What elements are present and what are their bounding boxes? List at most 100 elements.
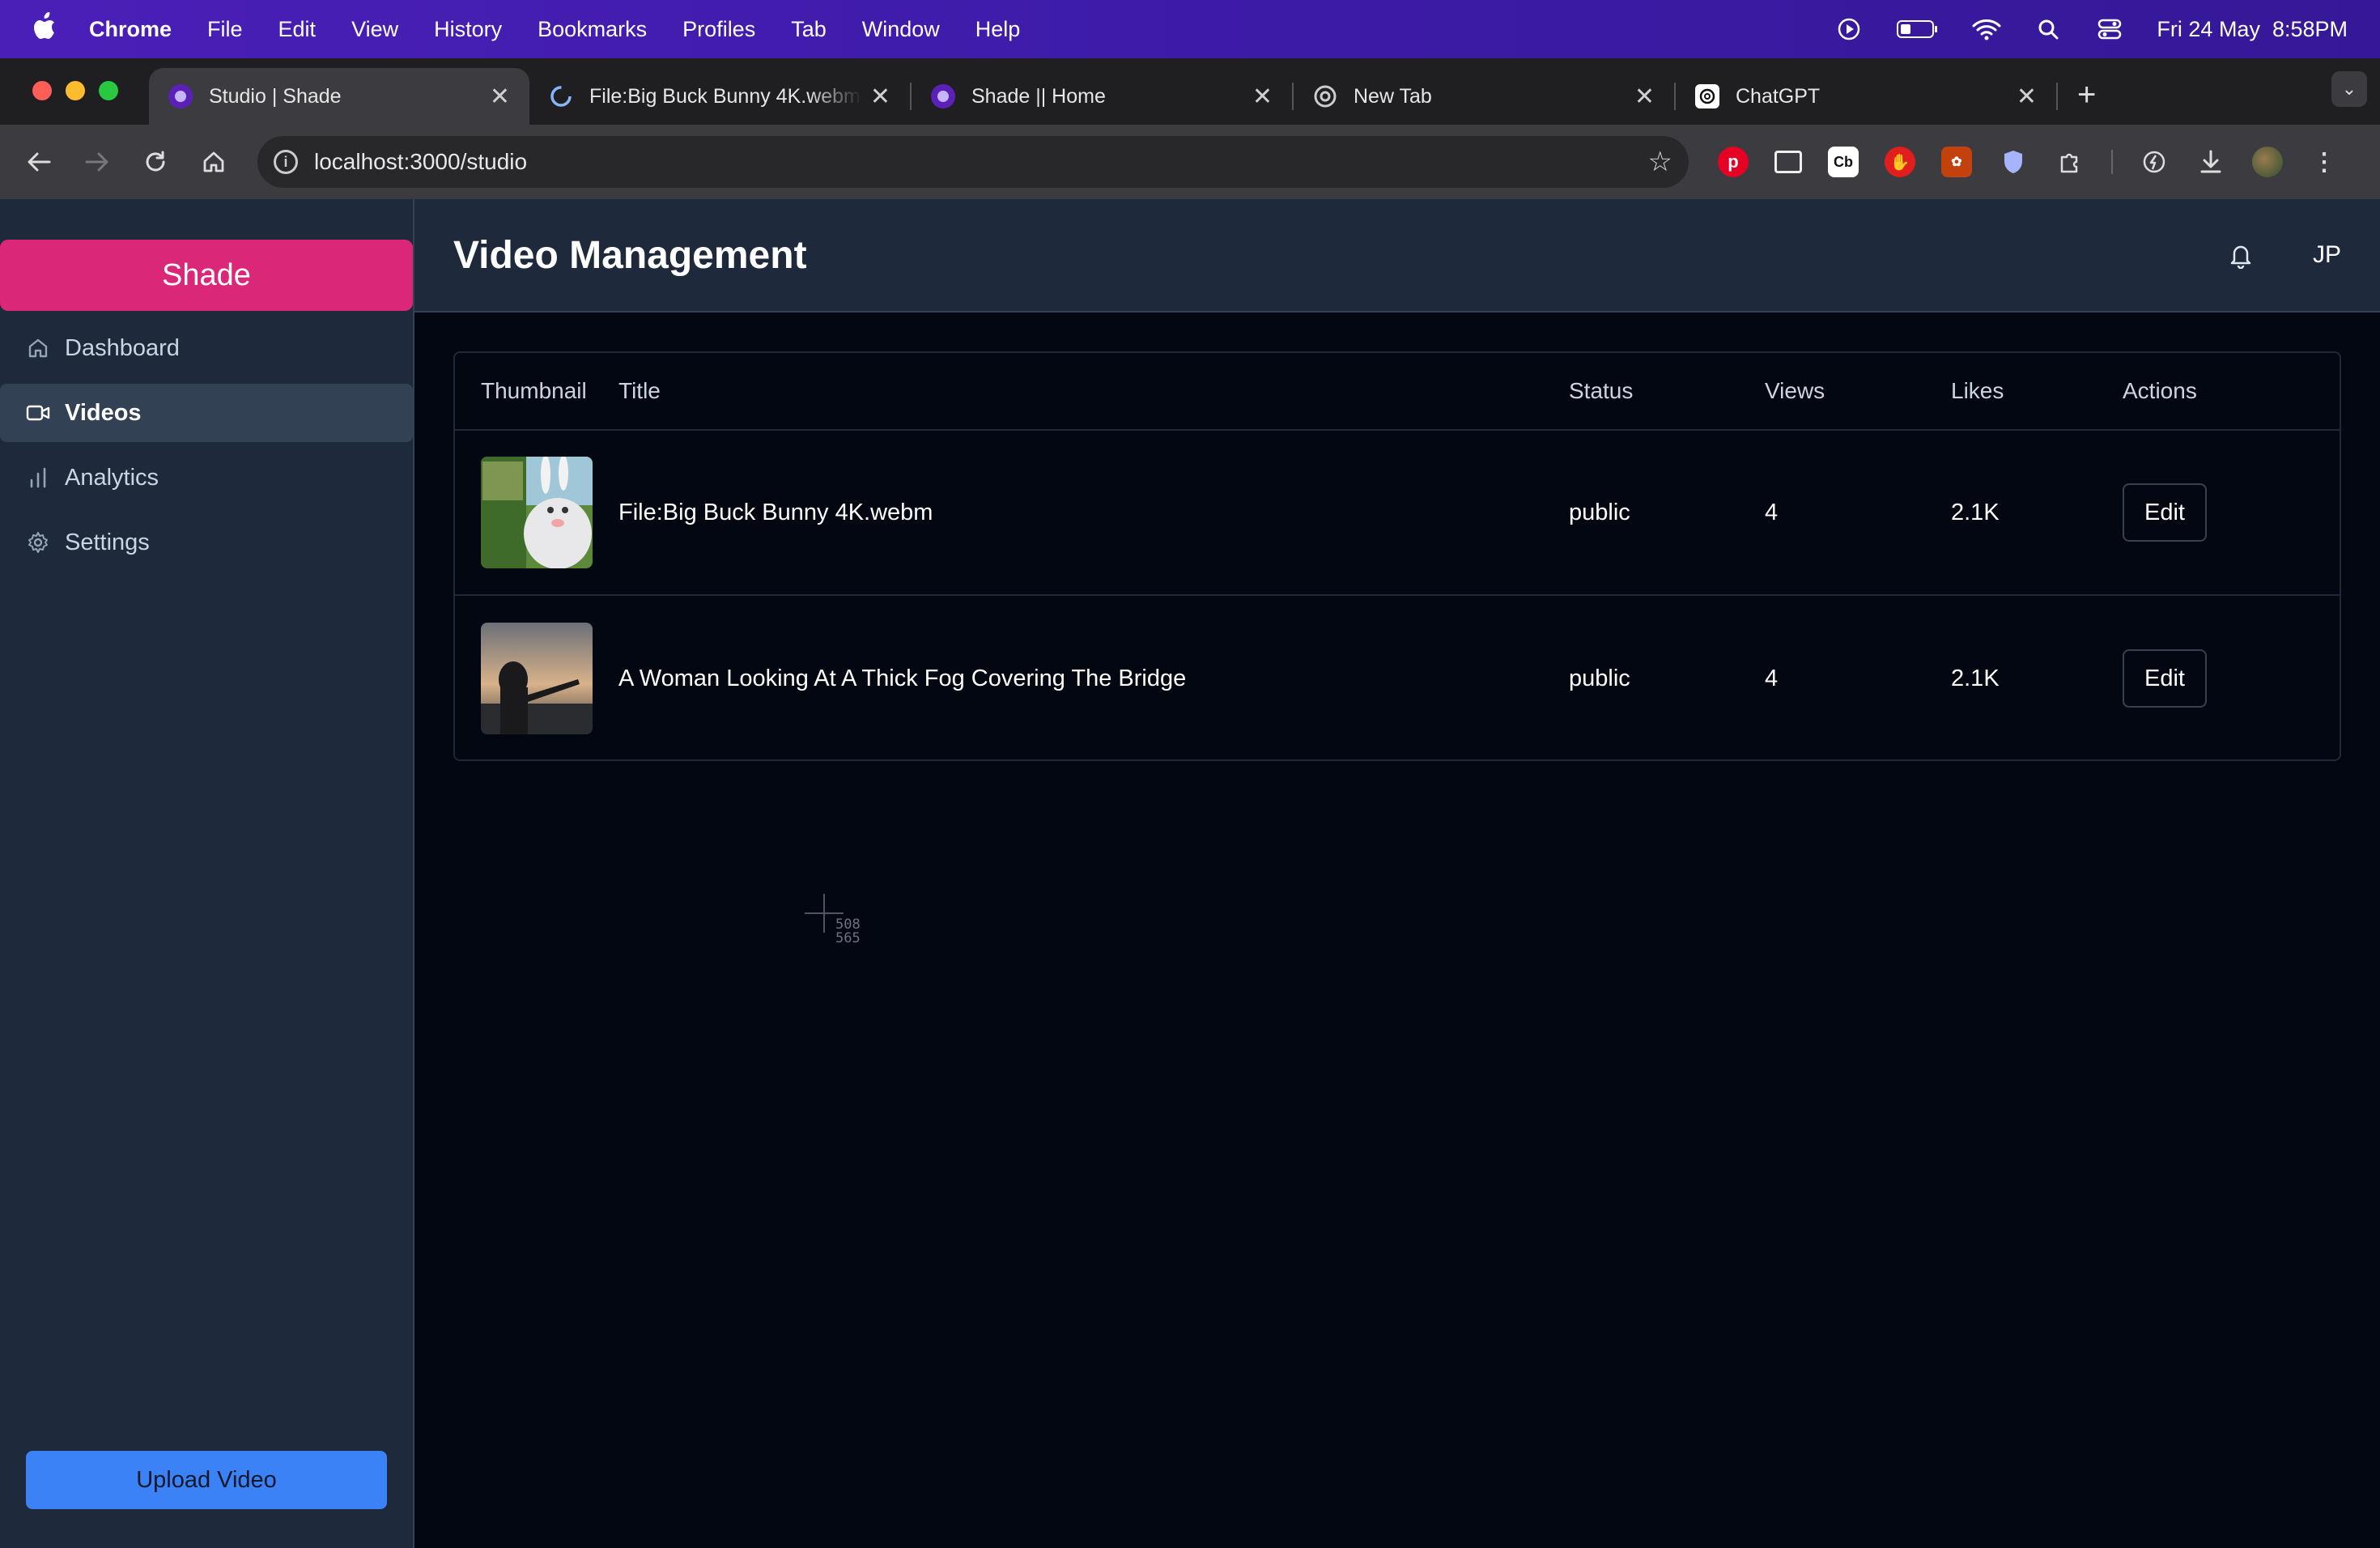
tab-title: New Tab bbox=[1354, 84, 1432, 108]
table-header-row: Thumbnail Title Status Views Likes Actio… bbox=[455, 353, 2340, 431]
tab-chatgpt[interactable]: ChatGPT ✕ bbox=[1676, 68, 2056, 125]
zoom-window-button[interactable] bbox=[99, 81, 118, 100]
cb-extension-icon[interactable]: Cb bbox=[1828, 147, 1859, 177]
home-icon[interactable] bbox=[194, 142, 233, 181]
tab-big-buck-bunny[interactable]: File:Big Buck Bunny 4K.webm ✕ bbox=[529, 68, 910, 125]
table-row: A Woman Looking At A Thick Fog Covering … bbox=[455, 596, 2340, 759]
sidebar-item-dashboard[interactable]: Dashboard bbox=[0, 319, 413, 377]
studio-page: Shade Dashboard Videos Analytics Setting… bbox=[0, 199, 2380, 1548]
upload-video-button[interactable]: Upload Video bbox=[26, 1451, 387, 1509]
minimize-window-button[interactable] bbox=[66, 81, 85, 100]
column-header-thumbnail: Thumbnail bbox=[481, 378, 587, 403]
thumbnail-cell bbox=[455, 457, 618, 568]
tab-new-tab[interactable]: New Tab ✕ bbox=[1294, 68, 1674, 125]
video-title[interactable]: File:Big Buck Bunny 4K.webm bbox=[618, 500, 1569, 526]
window-controls bbox=[32, 81, 118, 100]
menu-edit[interactable]: Edit bbox=[278, 17, 317, 42]
video-title[interactable]: A Woman Looking At A Thick Fog Covering … bbox=[618, 666, 1569, 692]
close-icon[interactable]: ✕ bbox=[2017, 83, 2037, 111]
pinterest-extension-icon[interactable]: p bbox=[1718, 147, 1749, 177]
header-actions: JP bbox=[2227, 241, 2341, 270]
column-header-title: Title bbox=[618, 378, 661, 403]
close-icon[interactable]: ✕ bbox=[490, 83, 510, 111]
sidebar-item-settings[interactable]: Settings bbox=[0, 513, 413, 572]
tab-title: Shade || Home bbox=[971, 84, 1106, 108]
sidebar-item-videos[interactable]: Videos bbox=[0, 384, 413, 442]
video-likes: 2.1K bbox=[1951, 499, 2000, 525]
video-status: public bbox=[1569, 665, 1630, 691]
address-url[interactable]: localhost:3000/studio bbox=[314, 149, 1648, 175]
menu-profiles[interactable]: Profiles bbox=[682, 17, 755, 42]
profile-avatar-icon[interactable] bbox=[2252, 147, 2283, 177]
menubar-clock[interactable]: Fri 24 May 8:58PM bbox=[2157, 17, 2348, 42]
column-header-actions: Actions bbox=[2123, 378, 2197, 403]
wifi-icon[interactable] bbox=[1972, 17, 2001, 41]
red-extension-icon[interactable]: ✿ bbox=[1941, 147, 1972, 177]
chatgpt-favicon-icon bbox=[1695, 84, 1719, 108]
macos-menubar: Chrome File Edit View History Bookmarks … bbox=[0, 0, 2380, 58]
new-tab-plus-icon[interactable]: + bbox=[2077, 77, 2096, 113]
main-header: Video Management JP bbox=[414, 199, 2380, 313]
edit-button[interactable]: Edit bbox=[2123, 483, 2207, 542]
video-views: 4 bbox=[1765, 665, 1779, 691]
video-thumbnail-fog[interactable] bbox=[481, 623, 593, 734]
picture-in-picture-extension-icon[interactable] bbox=[1774, 151, 1802, 173]
apple-icon[interactable] bbox=[32, 11, 65, 47]
page-title: Video Management bbox=[453, 233, 807, 277]
main-content: Video Management JP Thumbnail Title Stat… bbox=[414, 199, 2380, 1548]
video-icon bbox=[26, 401, 50, 425]
close-icon[interactable]: ✕ bbox=[1252, 83, 1273, 111]
tab-studio-shade[interactable]: Studio | Shade ✕ bbox=[149, 68, 529, 125]
spotlight-search-icon[interactable] bbox=[2034, 17, 2063, 41]
site-info-icon[interactable]: i bbox=[274, 150, 298, 174]
control-center-icon[interactable] bbox=[2095, 17, 2124, 41]
bookmark-star-icon[interactable]: ☆ bbox=[1648, 146, 1672, 178]
adblock-hand-extension-icon[interactable]: ✋ bbox=[1885, 147, 1915, 177]
column-header-likes: Likes bbox=[1951, 378, 2004, 403]
more-menu-icon[interactable]: ⋮ bbox=[2309, 147, 2340, 177]
column-header-views: Views bbox=[1765, 378, 1825, 403]
close-window-button[interactable] bbox=[32, 81, 52, 100]
menu-history[interactable]: History bbox=[434, 17, 502, 42]
reload-icon[interactable] bbox=[136, 142, 175, 181]
edit-button[interactable]: Edit bbox=[2123, 649, 2207, 708]
puzzle-extensions-icon[interactable] bbox=[2055, 147, 2085, 177]
forward-arrow-icon[interactable] bbox=[78, 142, 117, 181]
sidebar: Shade Dashboard Videos Analytics Setting… bbox=[0, 199, 414, 1548]
download-icon[interactable] bbox=[2195, 147, 2226, 177]
tab-search-chevron-icon[interactable]: ⌄ bbox=[2331, 71, 2367, 107]
menu-tab[interactable]: Tab bbox=[791, 17, 827, 42]
tab-separator bbox=[2056, 83, 2058, 110]
notification-bell-icon[interactable] bbox=[2227, 241, 2255, 270]
menu-help[interactable]: Help bbox=[975, 17, 1021, 42]
video-thumbnail-bunny[interactable] bbox=[481, 457, 593, 568]
menu-window[interactable]: Window bbox=[862, 17, 940, 42]
shield-extension-icon[interactable] bbox=[1998, 147, 2029, 177]
sidebar-nav: Dashboard Videos Analytics Settings bbox=[0, 319, 413, 578]
user-avatar[interactable]: JP bbox=[2313, 241, 2341, 269]
tab-title: ChatGPT bbox=[1736, 84, 1821, 108]
menu-bookmarks[interactable]: Bookmarks bbox=[538, 17, 647, 42]
sidebar-item-analytics[interactable]: Analytics bbox=[0, 449, 413, 507]
actions-cell: Edit bbox=[2123, 649, 2333, 708]
menu-view[interactable]: View bbox=[351, 17, 398, 42]
video-views: 4 bbox=[1765, 499, 1779, 525]
play-icon[interactable] bbox=[1834, 17, 1864, 41]
performance-icon[interactable] bbox=[2139, 147, 2170, 177]
actions-cell: Edit bbox=[2123, 483, 2333, 542]
browser-toolbar: i localhost:3000/studio ☆ p Cb ✋ ✿ ⋮ bbox=[0, 125, 2380, 199]
video-likes: 2.1K bbox=[1951, 665, 2000, 691]
chrome-favicon-icon bbox=[1313, 84, 1337, 108]
close-icon[interactable]: ✕ bbox=[870, 83, 890, 111]
battery-icon[interactable] bbox=[1896, 17, 1940, 41]
close-icon[interactable]: ✕ bbox=[1634, 83, 1655, 111]
back-arrow-icon[interactable] bbox=[19, 142, 58, 181]
menu-app-name[interactable]: Chrome bbox=[89, 17, 172, 42]
tab-shade-home[interactable]: Shade || Home ✕ bbox=[912, 68, 1292, 125]
brand-logo[interactable]: Shade bbox=[0, 240, 413, 311]
address-bar[interactable]: i localhost:3000/studio ☆ bbox=[257, 136, 1689, 188]
menu-file[interactable]: File bbox=[207, 17, 243, 42]
shade-favicon-icon bbox=[168, 84, 193, 108]
browser-tab-strip: Studio | Shade ✕ File:Big Buck Bunny 4K.… bbox=[0, 58, 2380, 125]
gear-icon bbox=[26, 530, 50, 555]
